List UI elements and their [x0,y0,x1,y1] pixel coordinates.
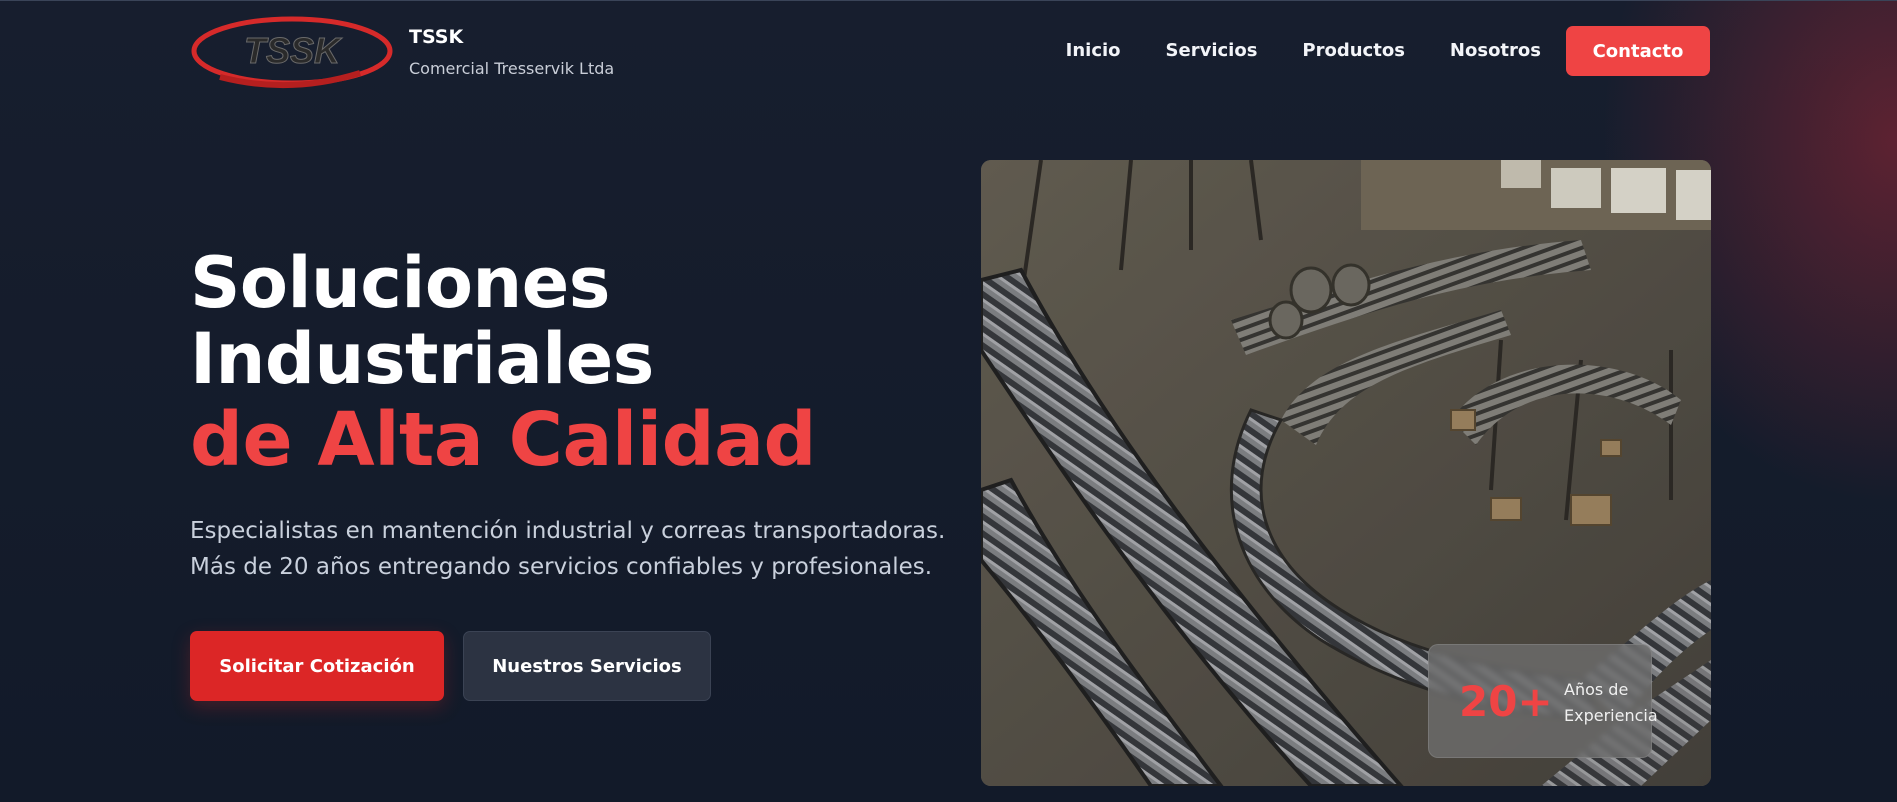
site-header: TSSK TSSK Comercial Tresservik Ltda Inic… [0,0,1897,104]
main-nav: Inicio Servicios Productos Nosotros Cont… [1066,26,1710,76]
hero-title-line-2: Industriales [190,318,654,400]
contact-button[interactable]: Contacto [1566,26,1710,76]
hero-title-line-1: Soluciones [190,242,610,324]
our-services-button[interactable]: Nuestros Servicios [463,631,711,701]
logo-text: TSSK [244,30,343,71]
hero-title-accent: de Alta Calidad [190,397,816,483]
hero-description-line-1: Especialistas en mantención industrial y… [190,518,946,544]
brand-name: TSSK [409,26,464,48]
nav-inicio[interactable]: Inicio [1066,26,1121,76]
hero-description-line-2: Más de 20 años entregando servicios conf… [190,554,933,580]
experience-stat-card: 20+ Años de Experiencia [1428,644,1658,758]
nav-servicios[interactable]: Servicios [1166,26,1258,76]
hero-description: Especialistas en mantención industrial y… [190,513,950,585]
request-quote-button[interactable]: Solicitar Cotización [190,631,444,701]
hero-title: Soluciones Industriales de Alta Calidad [190,245,816,483]
stat-label: Años de Experiencia [1564,680,1658,725]
nav-nosotros[interactable]: Nosotros [1450,26,1541,76]
stat-number: 20+ [1459,677,1553,726]
nav-productos[interactable]: Productos [1302,26,1405,76]
logo-icon[interactable]: TSSK [190,15,396,89]
brand-subtitle: Comercial Tresservik Ltda [409,59,615,78]
